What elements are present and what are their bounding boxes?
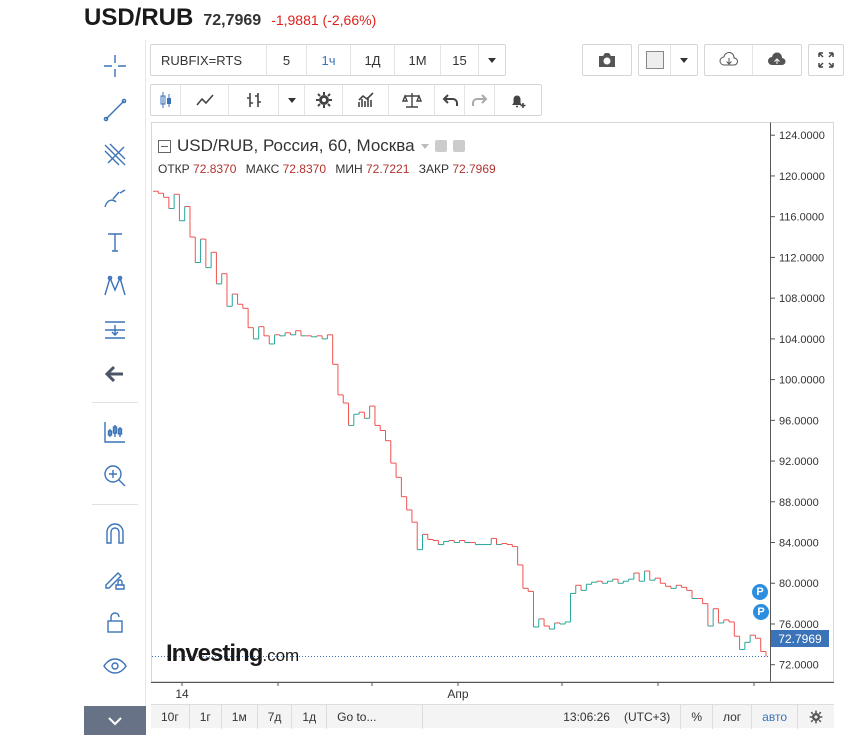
chevron-down-icon	[488, 57, 496, 63]
fullscreen-group	[808, 44, 844, 76]
interval-1m[interactable]: 1М	[395, 45, 441, 75]
fullscreen-icon[interactable]	[809, 45, 843, 75]
range-1y[interactable]: 1г	[190, 704, 222, 729]
camera-icon[interactable]	[583, 45, 631, 75]
range-7d[interactable]: 7д	[258, 704, 293, 729]
settings-gear-icon[interactable]	[305, 85, 343, 115]
candlestick-icon[interactable]	[151, 85, 181, 115]
bottom-bar: 10г 1г 1м 7д 1д Go to... 13:06:26 (UTC+3…	[151, 704, 834, 729]
time-axis[interactable]	[151, 682, 834, 704]
open-value: 72.8370	[193, 162, 237, 176]
ohlc-values: ОТКР 72.8370 МАКС 72.8370 МИН 72.7221 ЗА…	[158, 162, 496, 176]
area-chart-icon[interactable]	[181, 85, 229, 115]
log-toggle[interactable]: лог	[713, 704, 753, 729]
chart-tools-toolbar	[150, 84, 548, 116]
price-axis[interactable]	[770, 122, 834, 682]
interval-15[interactable]: 15	[441, 45, 479, 75]
drawing-toolbar	[84, 40, 146, 735]
cloud-group	[704, 44, 802, 76]
eye-icon[interactable]	[94, 648, 136, 684]
lock-drawings-icon[interactable]	[94, 560, 136, 596]
axis-settings-gear-icon[interactable]	[798, 705, 834, 729]
alert-bell-icon[interactable]	[495, 85, 541, 115]
symbol-input[interactable]: RUBFIX=RTS	[151, 45, 267, 75]
crosshair-icon[interactable]	[94, 48, 136, 84]
style-dropdown[interactable]	[671, 45, 697, 75]
redo-icon[interactable]	[465, 85, 495, 115]
goto-button[interactable]: Go to...	[327, 704, 424, 729]
indicators-icon[interactable]	[343, 85, 389, 115]
measure-icon[interactable]	[94, 312, 136, 348]
collapse-toolbar-button[interactable]	[84, 706, 146, 735]
snapshot-group	[582, 44, 632, 76]
text-tool-icon[interactable]	[94, 224, 136, 260]
brush-icon[interactable]	[94, 180, 136, 216]
auto-toggle[interactable]: авто	[752, 704, 798, 729]
chevron-down-icon[interactable]	[420, 143, 429, 149]
collapse-legend-icon[interactable]	[158, 139, 171, 153]
symbol-interval-group: RUBFIX=RTS 5 1ч 1Д 1М 15	[150, 44, 506, 76]
interval-dropdown[interactable]	[479, 45, 505, 75]
low-value: 72.7221	[366, 162, 410, 176]
quote-header: USD/RUB 72,7969 -1,9881 (-2,66%)	[84, 4, 376, 36]
undo-icon[interactable]	[435, 85, 465, 115]
event-marker-p[interactable]: P	[753, 604, 769, 620]
high-value: 72.8370	[282, 162, 327, 176]
interval-5[interactable]: 5	[267, 45, 307, 75]
quote-price: 72,7969	[203, 12, 262, 29]
chevron-down-icon	[680, 57, 688, 63]
legend-settings-icon[interactable]	[452, 140, 465, 152]
clock-time: 13:06:26	[563, 709, 610, 724]
event-marker-p[interactable]: P	[752, 584, 768, 600]
pattern-icon[interactable]	[94, 268, 136, 304]
zoom-in-icon[interactable]	[94, 458, 136, 494]
last-price-label: 72.7969	[771, 630, 829, 647]
color-swatch[interactable]	[639, 45, 671, 75]
compare-icon[interactable]	[229, 85, 279, 115]
unlock-icon[interactable]	[94, 604, 136, 640]
compare-scales-icon[interactable]	[389, 85, 435, 115]
legend-title: USD/RUB, Россия, 60, Москва	[177, 136, 415, 155]
trend-line-icon[interactable]	[94, 92, 136, 128]
hide-toolbar-arrow-icon[interactable]	[94, 356, 136, 392]
interval-1d[interactable]: 1Д	[351, 45, 395, 75]
fib-tools-icon[interactable]	[94, 136, 136, 172]
top-toolbar: RUBFIX=RTS 5 1ч 1Д 1М 15	[150, 44, 850, 76]
quote-symbol: USD/RUB	[84, 4, 194, 31]
interval-1h[interactable]: 1ч	[307, 45, 351, 75]
eye-toggle-icon[interactable]	[434, 140, 447, 152]
investing-logo: Investing.com	[166, 640, 300, 667]
quote-change: -1,9881 (-2,66%)	[271, 12, 377, 28]
cloud-upload-icon[interactable]	[753, 45, 801, 75]
chevron-down-icon	[287, 97, 296, 103]
close-value: 72.7969	[452, 162, 496, 176]
timezone[interactable]: (UTC+3)	[614, 704, 682, 729]
range-1m[interactable]: 1м	[222, 704, 258, 729]
candles-icon[interactable]	[94, 414, 136, 450]
range-1d[interactable]: 1д	[292, 704, 328, 729]
magnet-icon[interactable]	[94, 516, 136, 552]
chart-style-group	[638, 44, 698, 76]
percent-toggle[interactable]: %	[681, 704, 713, 729]
cloud-download-icon[interactable]	[705, 45, 753, 75]
chart-legend: USD/RUB, Россия, 60, Москва ОТКР 72.8370…	[158, 136, 502, 176]
chart-plot-area[interactable]	[151, 122, 770, 682]
range-10y[interactable]: 10г	[151, 704, 190, 729]
chart-type-dropdown[interactable]	[279, 85, 305, 115]
chart-type-group	[150, 84, 542, 116]
